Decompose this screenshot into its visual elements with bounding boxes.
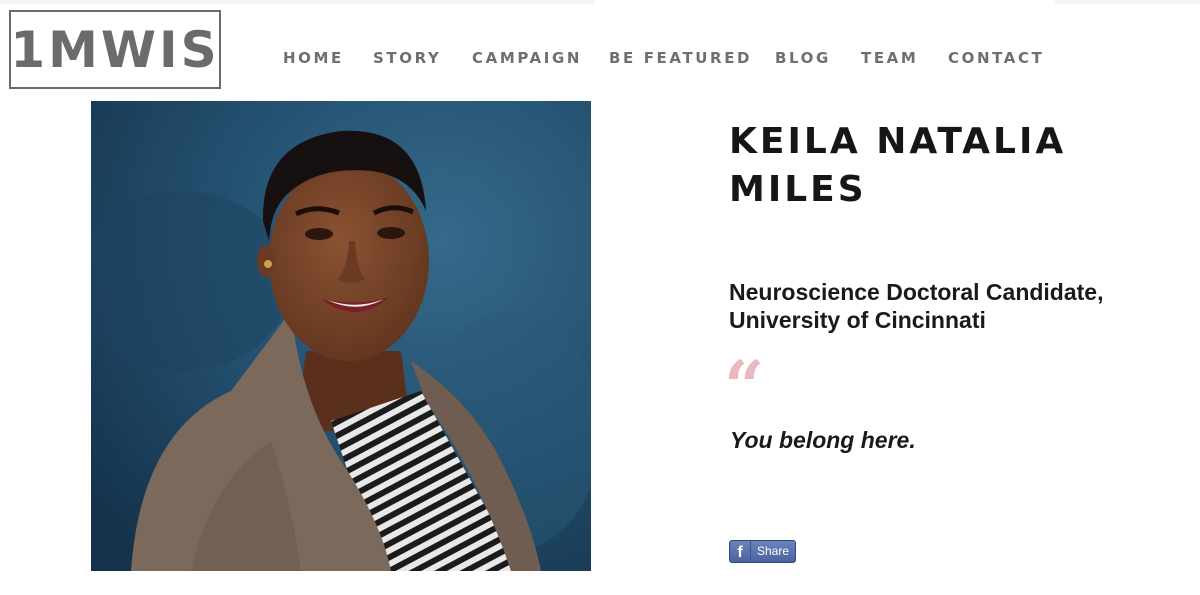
profile-role-institution: University of Cincinnati <box>729 307 986 333</box>
main-nav: HOME STORY CAMPAIGN BE FEATURED BLOG TEA… <box>0 0 1200 100</box>
nav-item-story[interactable]: STORY <box>373 49 441 67</box>
profile-role: Neuroscience Doctoral Candidate, Univers… <box>729 278 1169 334</box>
share-button-label: Share <box>756 544 790 558</box>
nav-item-contact[interactable]: CONTACT <box>948 49 1044 67</box>
nav-item-blog[interactable]: BLOG <box>775 49 831 67</box>
profile-quote: You belong here. <box>730 427 916 453</box>
nav-item-home[interactable]: HOME <box>283 49 344 67</box>
profile-role-title: Neuroscience Doctoral Candidate, <box>729 279 1104 305</box>
profile-name: KEILA NATALIA MILES <box>729 121 1067 210</box>
quote-mark-icon: “ <box>724 345 765 428</box>
profile-photo <box>91 101 591 571</box>
facebook-icon: f <box>730 541 751 562</box>
nav-item-be-featured[interactable]: BE FEATURED <box>609 49 752 67</box>
nav-item-team[interactable]: TEAM <box>861 49 918 67</box>
nav-item-campaign[interactable]: CAMPAIGN <box>472 49 582 67</box>
portrait-illustration <box>91 101 591 571</box>
facebook-share-button[interactable]: f Share <box>729 540 796 563</box>
